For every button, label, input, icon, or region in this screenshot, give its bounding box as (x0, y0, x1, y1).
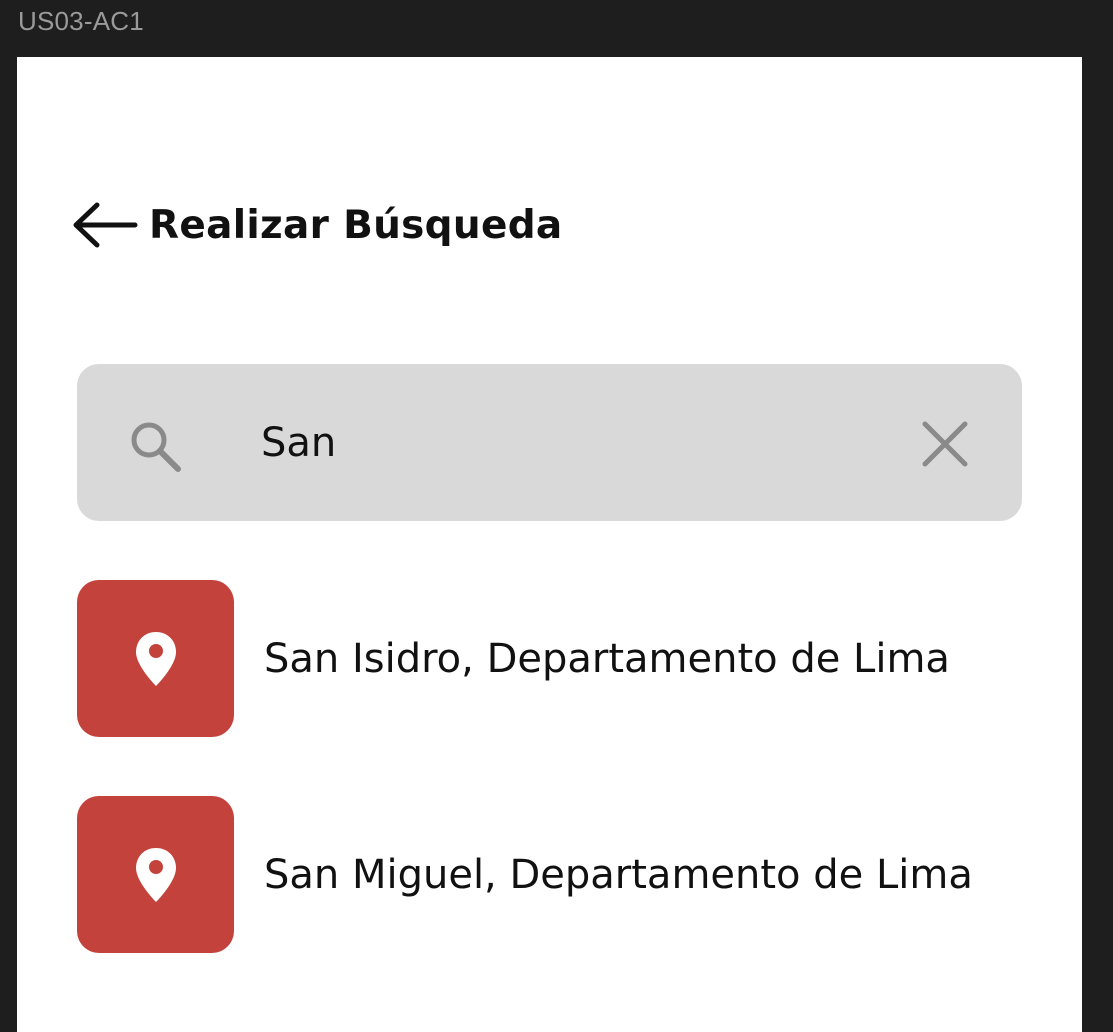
search-result-item[interactable]: San Isidro, Departamento de Lima (77, 580, 1037, 737)
back-button[interactable] (71, 200, 139, 250)
search-icon (131, 422, 181, 472)
result-label: San Isidro, Departamento de Lima (264, 635, 950, 682)
map-pin-icon (135, 847, 176, 902)
location-tile (77, 580, 234, 737)
mobile-frame: Realizar Búsqueda San Isidro, Departamen… (17, 57, 1082, 1032)
search-result-item[interactable]: San Miguel, Departamento de Lima (77, 796, 1037, 953)
arrow-left-icon (73, 202, 138, 248)
page-title: Realizar Búsqueda (149, 202, 563, 248)
result-label: San Miguel, Departamento de Lima (264, 851, 973, 898)
close-icon[interactable] (922, 421, 968, 467)
map-pin-icon (135, 631, 176, 686)
header: Realizar Búsqueda (71, 195, 563, 255)
location-tile (77, 796, 234, 953)
frame-label: US03-AC1 (18, 6, 144, 36)
search-bar[interactable] (77, 364, 1022, 521)
search-input[interactable] (261, 414, 881, 472)
